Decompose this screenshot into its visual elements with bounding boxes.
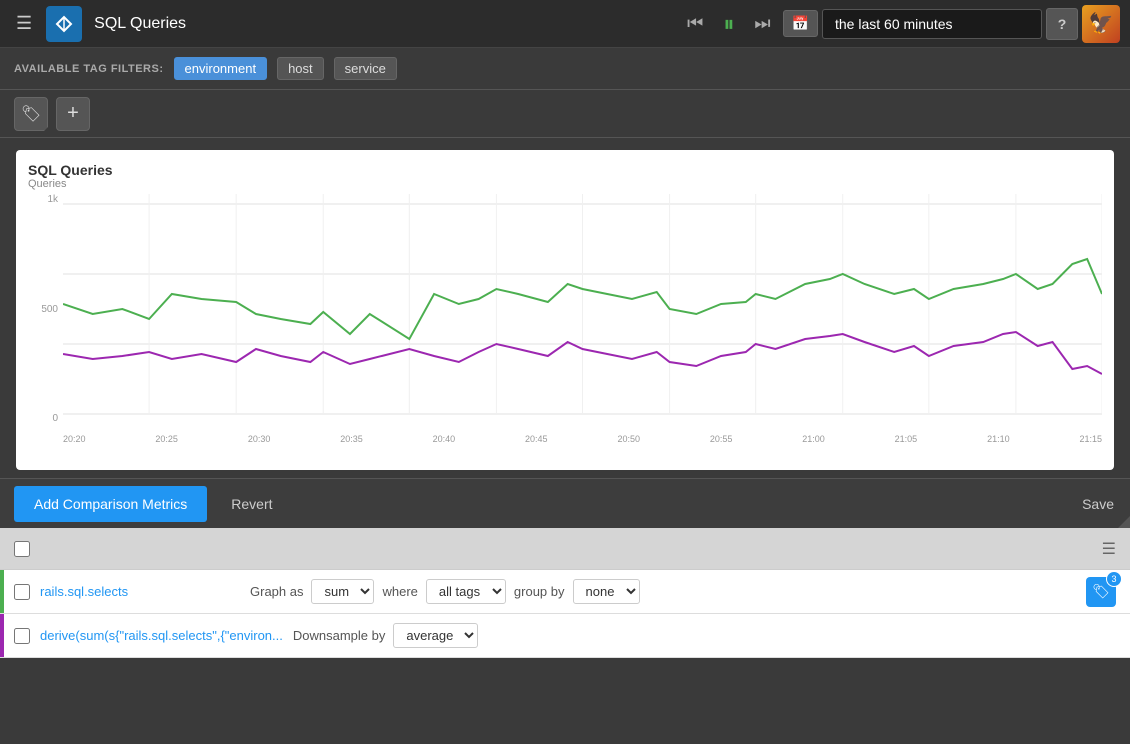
x-label-2: 20:30 [248,434,271,444]
select-all-checkbox[interactable] [14,541,30,557]
tag-button[interactable]: 🏷 [14,97,48,131]
tag-filters-label: AVAILABLE TAG FILTERS: [14,63,164,75]
x-label-7: 20:55 [710,434,733,444]
tag-badge-1: 3 [1106,571,1122,587]
x-label-0: 20:20 [63,434,86,444]
graph-as-select[interactable]: sum avg max min [311,579,374,604]
x-label-8: 21:00 [802,434,825,444]
chart-y-labels: 1k 500 0 [28,194,58,424]
menu-icon[interactable]: ☰ [1102,539,1116,559]
rewind-btn[interactable]: ⏮ [679,9,711,38]
metric-row-2: derive(sum(s{"rails.sql.selects",{"envir… [0,614,1130,658]
chart-svg-area [63,194,1102,424]
downsample-select[interactable]: average sum max min [393,623,478,648]
chart-card: SQL Queries Queries 1k 500 0 [16,150,1114,470]
chart-container: SQL Queries Queries 1k 500 0 [0,138,1130,478]
x-label-11: 21:15 [1079,434,1102,444]
chart-x-labels: 20:20 20:25 20:30 20:35 20:40 20:45 20:5… [63,434,1102,444]
graph-as-label: Graph as [250,584,303,599]
tag-chip-host[interactable]: host [277,57,324,80]
metric-checkbox-2[interactable] [14,628,30,644]
dash-controls: 🏷 + [0,90,1130,138]
metric-checkbox-1[interactable] [14,584,30,600]
time-range-input[interactable] [822,9,1042,39]
forward-btn[interactable]: ⏭ [746,9,778,38]
x-label-1: 20:25 [155,434,178,444]
chart-area: 1k 500 0 [28,194,1102,444]
action-bar: Add Comparison Metrics Revert Save [0,478,1130,528]
brand-logo: 🦅 [1082,5,1120,43]
metric-tag-btn-1[interactable]: 🏷 3 [1086,577,1116,607]
where-select[interactable]: all tags [426,579,506,604]
metric-controls-2: Downsample by average sum max min [293,623,1116,648]
calendar-btn[interactable]: 📅 [783,10,818,37]
save-btn[interactable]: Save [1082,496,1114,512]
top-nav: ☰ SQL Queries ⏮ ⏸ ⏭ 📅 ? 🦅 [0,0,1130,48]
help-btn[interactable]: ? [1046,8,1078,40]
hamburger-icon[interactable]: ☰ [10,9,38,38]
tag-chip-service[interactable]: service [334,57,397,80]
group-by-select[interactable]: none [573,579,640,604]
downsample-label: Downsample by [293,628,386,643]
metric-name-1[interactable]: rails.sql.selects [40,584,240,599]
pause-btn[interactable]: ⏸ [715,7,742,41]
x-label-9: 21:05 [895,434,918,444]
x-label-10: 21:10 [987,434,1010,444]
where-label: where [382,584,417,599]
x-label-4: 20:40 [433,434,456,444]
chart-title: SQL Queries [28,162,1102,178]
x-label-3: 20:35 [340,434,363,444]
add-comparison-btn[interactable]: Add Comparison Metrics [14,486,207,522]
y-label-bot: 0 [28,413,58,424]
metric-row: rails.sql.selects Graph as sum avg max m… [0,570,1130,614]
nav-controls: ⏮ ⏸ ⏭ 📅 ? 🦅 [679,5,1120,43]
x-label-6: 20:50 [617,434,640,444]
corner-triangle [1118,516,1130,528]
metric-controls-1: Graph as sum avg max min where all tags … [250,579,1076,604]
y-label-mid: 500 [28,304,58,315]
metric-name-2[interactable]: derive(sum(s{"rails.sql.selects",{"envir… [40,628,283,643]
tag-filters-bar: AVAILABLE TAG FILTERS: environment host … [0,48,1130,90]
y-label-top: 1k [28,194,58,205]
bottom-panel: ☰ rails.sql.selects Graph as sum avg max… [0,528,1130,658]
bottom-header: ☰ [0,528,1130,570]
revert-btn[interactable]: Revert [219,486,284,522]
group-by-label: group by [514,584,565,599]
x-label-5: 20:45 [525,434,548,444]
app-logo [46,6,82,42]
chart-subtitle: Queries [28,178,1102,190]
tag-chip-environment[interactable]: environment [174,57,268,80]
app-title: SQL Queries [94,15,671,33]
add-metric-btn[interactable]: + [56,97,90,131]
